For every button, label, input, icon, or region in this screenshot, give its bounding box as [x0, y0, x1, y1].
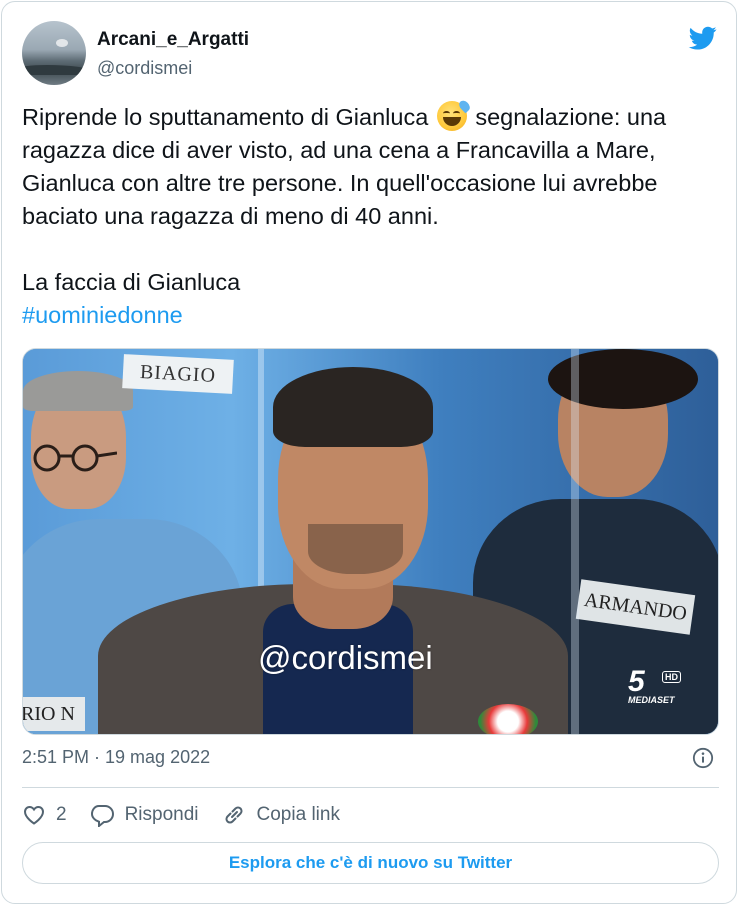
tweet-text-part1: Riprende lo sputtanamento di Gianluca: [22, 104, 435, 130]
copy-link-label: Copia link: [256, 804, 340, 825]
like-count: 2: [56, 804, 67, 825]
tweet-media-image[interactable]: BIAGIO ARMANDO RIO N @cordismei 5 HD MED…: [22, 348, 719, 735]
reply-button[interactable]: Rispondi: [89, 803, 199, 827]
name-tag-bottom: RIO N: [23, 697, 85, 731]
explore-twitter-button[interactable]: Esplora che c'è di nuovo su Twitter: [22, 842, 719, 884]
glasses-icon: [33, 444, 117, 472]
tweet-text-part2: segnalazione: una ragazza dice di aver v…: [22, 104, 667, 295]
link-icon: [224, 806, 243, 824]
grinning-face-with-sweat-icon: [436, 98, 472, 131]
author-display-name[interactable]: Arcani_e_Argatti: [97, 29, 249, 51]
author-handle[interactable]: @cordismei: [97, 58, 192, 79]
tweet-timestamp[interactable]: 2:51 PM · 19 mag 2022: [22, 747, 210, 768]
left-man-hair: [23, 371, 133, 411]
channel-logo-brand: MEDIASET: [628, 695, 675, 705]
avatar[interactable]: [22, 21, 86, 85]
channel-logo: 5 HD MEDIASET: [628, 665, 698, 709]
channel-logo-hd: HD: [662, 671, 681, 683]
watermark: @cordismei: [258, 639, 433, 676]
twitter-bird-icon[interactable]: [687, 24, 719, 52]
plexiglass-panel: [571, 349, 579, 734]
name-tag-biagio: BIAGIO: [122, 354, 234, 394]
reply-label: Rispondi: [124, 804, 199, 825]
center-man-beard: [308, 524, 403, 574]
avatar-sun: [56, 39, 68, 47]
hashtag-link[interactable]: #uominiedonne: [22, 302, 183, 328]
tweet-card: Arcani_e_Argatti @cordismei Riprende lo …: [1, 1, 737, 904]
info-icon[interactable]: [692, 747, 714, 769]
action-bar: 2 Rispondi Copia link: [22, 800, 362, 830]
flower-icon: [478, 704, 538, 734]
heart-icon: [23, 805, 45, 825]
tweet-text: Riprende lo sputtanamento di Gianluca se…: [22, 98, 722, 332]
copy-link-button[interactable]: Copia link: [221, 803, 340, 827]
center-man-hair: [273, 367, 433, 447]
divider: [22, 787, 719, 788]
like-button[interactable]: 2: [22, 803, 67, 827]
channel-logo-number: 5: [628, 665, 645, 698]
reply-icon: [90, 805, 114, 827]
avatar-landscape: [22, 65, 86, 75]
